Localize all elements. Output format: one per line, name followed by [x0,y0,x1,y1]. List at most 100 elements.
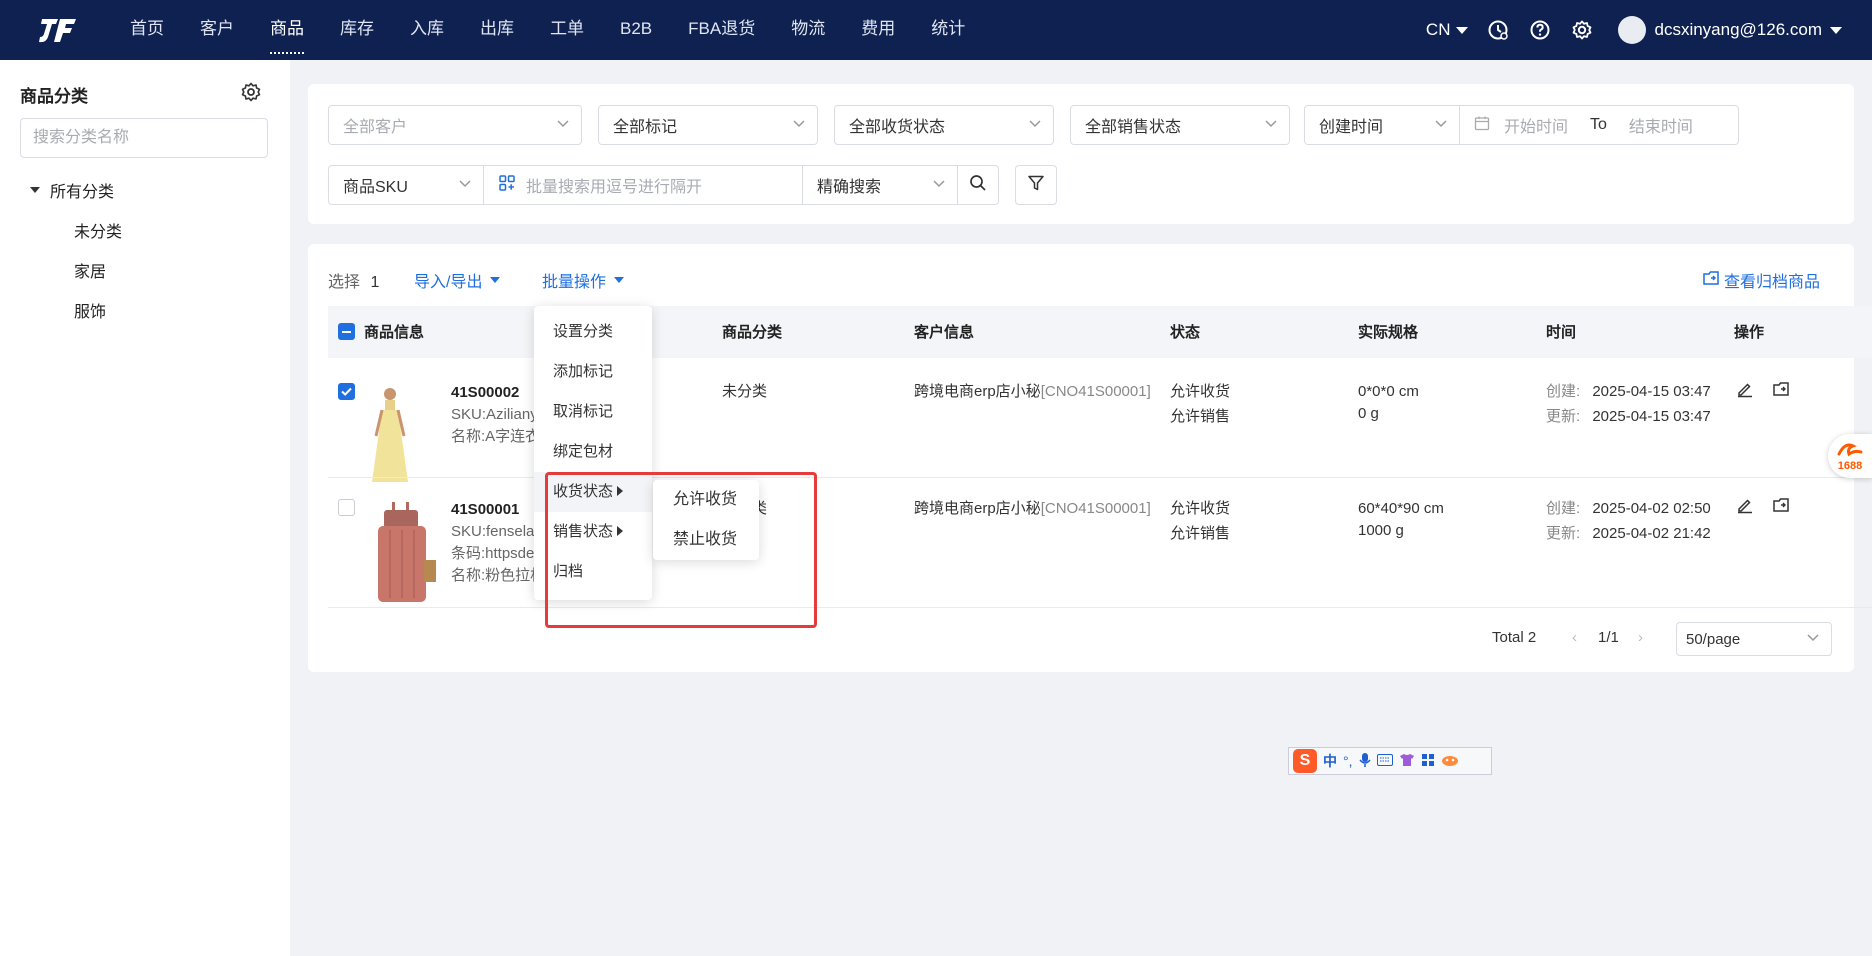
avatar [1618,16,1647,44]
ime-mode-label[interactable]: 中 [1323,751,1337,771]
nav-item-customers[interactable]: 客户 [182,0,252,60]
pager-current: 1/1 [1598,629,1619,646]
receive-status-value: 全部收货状态 [849,119,946,136]
column-header-customer: 客户信息 [914,324,975,341]
row-checkbox[interactable] [338,383,355,400]
batch-search-input[interactable]: 批量搜索用逗号进行隔开 [483,165,803,205]
batch-search-placeholder: 批量搜索用逗号进行隔开 [526,179,703,196]
category-search-input[interactable] [20,118,268,158]
mascot-icon[interactable] [1441,753,1459,770]
sidebar-title: 商品分类 [20,87,88,106]
selection-label: 选择 [328,274,361,291]
advanced-filter-button[interactable] [1015,165,1057,205]
tree-node-uncategorized[interactable]: 未分类 [74,218,122,242]
microphone-icon[interactable] [1358,752,1371,771]
nav-item-inbound[interactable]: 入库 [392,0,462,60]
nav-item-b2b[interactable]: B2B [602,0,670,60]
nav-item-home[interactable]: 首页 [112,0,182,60]
floating-1688-badge[interactable]: 1688 [1828,434,1872,478]
page-size-value: 50/page [1686,630,1741,648]
mark-select[interactable]: 全部标记 [598,105,818,145]
start-date-input[interactable]: 开始时间 [1504,113,1568,137]
help-icon[interactable] [1528,18,1552,42]
ime-toolbar[interactable]: S 中 °, [1288,747,1492,775]
clock-icon[interactable] [1486,18,1510,42]
product-code[interactable]: 41S00002 [451,382,519,404]
punctuation-icon[interactable]: °, [1343,753,1353,769]
app-logo[interactable] [20,0,96,60]
page-size-select[interactable]: 50/page [1676,622,1832,656]
view-archived-button[interactable]: 查看归档商品 [1702,268,1820,292]
edit-icon[interactable] [1736,380,1754,403]
tree-node-label: 所有分类 [50,184,115,201]
import-export-button[interactable]: 导入/导出 [414,268,501,292]
sale-status-select[interactable]: 全部销售状态 [1070,105,1290,145]
selection-count: 选择 1 [328,268,379,292]
archive-icon [1702,269,1720,292]
nav-item-stats[interactable]: 统计 [913,0,983,60]
customer-info: 跨境电商erp店小秘[CNO41S00001] [914,381,1151,403]
updated-time: 2025-04-02 21:42 [1592,525,1711,542]
nav-item-outbound[interactable]: 出库 [462,0,532,60]
tree-node-home[interactable]: 家居 [74,258,106,282]
nav-item-products[interactable]: 商品 [252,0,322,60]
column-header-category: 商品分类 [722,324,783,341]
product-image-dress[interactable] [360,384,420,484]
apps-grid-icon[interactable] [1421,753,1435,770]
customer-select[interactable]: 全部客户 [328,105,582,145]
created-label: 创建: [1546,500,1581,517]
badge-label: 1688 [1837,460,1863,472]
top-nav-bar: 首页 客户 商品 库存 入库 出库 工单 B2B FBA退货 物流 费用 统计 … [0,0,1872,60]
batch-operations-button[interactable]: 批量操作 [542,268,625,292]
nav-item-workorders[interactable]: 工单 [532,0,602,60]
nav-item-logistics[interactable]: 物流 [773,0,843,60]
caret-down-icon[interactable] [30,187,40,193]
column-header-ops: 操作 [1734,324,1765,341]
menu-item-bind-packaging[interactable]: 绑定包材 [534,432,652,472]
search-field-select[interactable]: 商品SKU [328,165,484,205]
prev-page-icon[interactable]: ‹ [1572,629,1577,646]
match-mode-value: 精确搜索 [817,179,882,196]
product-code[interactable]: 41S00001 [451,499,519,521]
search-button[interactable] [957,165,999,205]
receive-status-select[interactable]: 全部收货状态 [834,105,1054,145]
nav-item-fees[interactable]: 费用 [843,0,913,60]
receive-status: 允许收货 [1170,500,1231,517]
caret-down-icon [490,277,501,283]
tree-node-all[interactable]: 所有分类 [30,178,114,202]
tree-node-apparel[interactable]: 服饰 [74,298,106,322]
edit-icon[interactable] [1736,496,1754,519]
settings-gear-icon[interactable] [240,81,262,108]
updated-label: 更新: [1546,525,1581,542]
language-label: CN [1425,20,1451,39]
product-size: 60*40*90 cm [1358,500,1444,517]
menu-item-set-category[interactable]: 设置分类 [534,312,652,352]
product-image-suitcase[interactable] [370,500,440,604]
gear-icon[interactable] [1570,18,1594,42]
time-type-select[interactable]: 创建时间 [1304,105,1460,145]
select-all-checkbox[interactable] [338,323,355,340]
archive-icon[interactable] [1772,496,1790,519]
nav-item-inventory[interactable]: 库存 [322,0,392,60]
language-switch[interactable]: CN [1426,20,1469,40]
skin-icon[interactable] [1399,753,1415,770]
nav-item-fba-returns[interactable]: FBA退货 [670,0,773,60]
archive-icon[interactable] [1772,380,1790,403]
product-category: 未分类 [722,383,768,400]
batch-search-icon[interactable] [498,174,516,197]
date-range-picker[interactable]: 开始时间 To 结束时间 [1459,105,1739,145]
keyboard-icon[interactable] [1376,753,1393,769]
menu-item-add-mark[interactable]: 添加标记 [534,352,652,392]
customer-name: 跨境电商erp店小秘 [914,500,1041,517]
next-page-icon[interactable]: › [1638,629,1643,646]
batch-operations-label: 批量操作 [542,274,607,291]
customer-select-value: 全部客户 [343,119,408,136]
match-mode-select[interactable]: 精确搜索 [802,165,958,205]
menu-item-remove-mark[interactable]: 取消标记 [534,392,652,432]
row-checkbox[interactable] [338,499,355,516]
chevron-down-icon [1807,634,1819,642]
user-menu[interactable]: dcsxinyang@126.com [1618,16,1842,44]
view-archived-label: 查看归档商品 [1724,274,1821,291]
customer-name: 跨境电商erp店小秘 [914,383,1041,400]
end-date-input[interactable]: 结束时间 [1629,113,1693,137]
